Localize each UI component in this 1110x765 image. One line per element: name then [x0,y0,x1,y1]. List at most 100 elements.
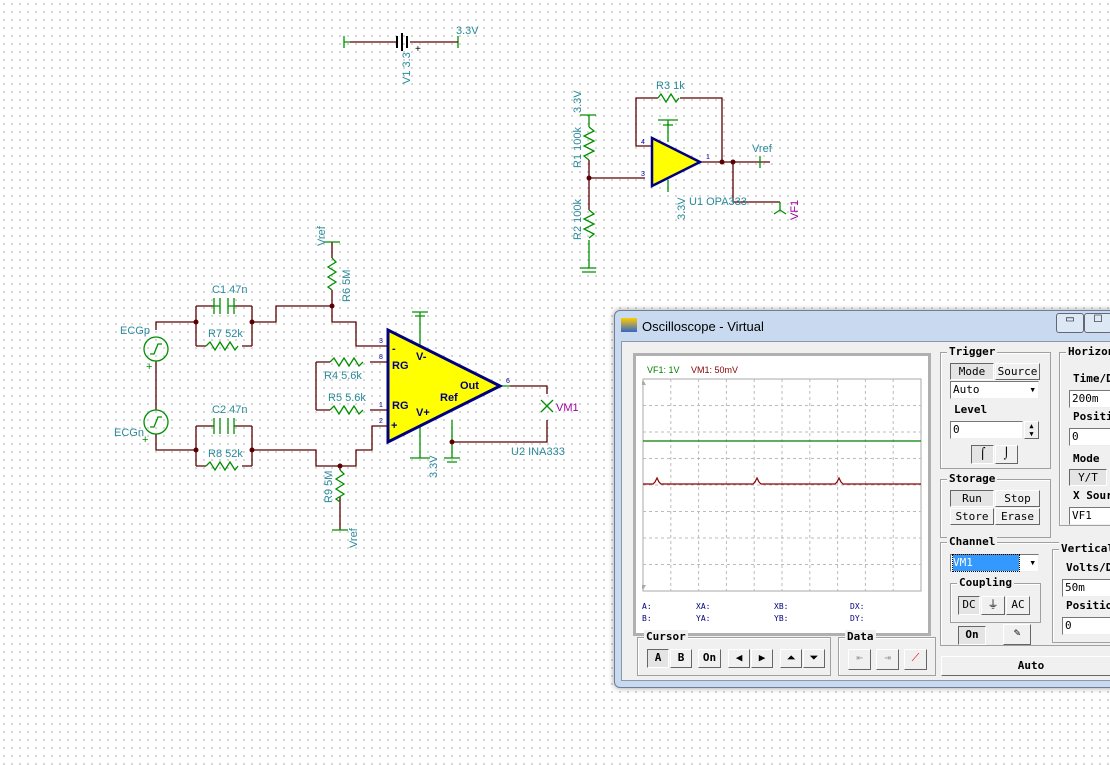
trigger-level-input[interactable]: 0 [950,421,1023,439]
channel-on-button[interactable]: On [958,626,986,645]
r2-label: R2 100k [572,199,584,240]
readout-ya: YA: [696,614,711,623]
scope-screen: VF1: 1V VM1: 50mV A: B: XA: YA: XB: YB: … [633,353,931,636]
u2-supply-label: 3.3V [428,455,440,478]
r8-label: R8 52k [208,448,243,460]
pin-label: 1 [706,154,710,161]
net-label-3v3: 3.3V [456,25,479,37]
v-position-input[interactable]: 0 [1062,617,1110,635]
battery-v1[interactable] [343,33,459,51]
maximize-button[interactable]: ☐ [1084,313,1110,333]
oscilloscope-window[interactable]: Oscilloscope - Virtual ▭ ☐ VF1: 1V VM1: … [614,310,1110,688]
pin-label: 3 [641,171,645,178]
c2-label: C2 47n [212,404,247,416]
h-position-input[interactable]: 0 [1069,428,1110,446]
u2-pin-plus: + [391,420,397,432]
r3-label: R3 1k [656,80,685,92]
pin-label: 1 [379,402,383,409]
u2-pin-rg: RG [392,360,409,372]
data-group: Data ⇤ ⇥ ⟋ [838,630,936,676]
volts-div-input[interactable]: 50m [1062,579,1110,597]
falling-edge-button[interactable]: ⌡ [995,445,1018,464]
r6-net-label: Vref [316,225,328,246]
pin-label: 8 [379,354,383,361]
trigger-mode-select[interactable]: Auto ▾ [950,381,1039,399]
r1-label: R1 100k [572,127,584,168]
u2-pin-out: Out [460,380,479,392]
u1-supply-label: 3.3V [676,197,688,220]
r6-label: R6 5M [341,270,353,302]
window-title: Oscilloscope - Virtual [642,319,764,334]
x-source-label: X Source [1073,489,1110,502]
stop-button[interactable]: Stop [995,490,1040,507]
volts-div-label: Volts/Div [1066,561,1110,574]
cursor-b-button[interactable]: B [670,649,692,668]
cursor-on-button[interactable]: On [698,649,721,668]
rising-edge-button[interactable]: ⌠ [971,445,994,464]
minimize-button[interactable]: ▭ [1056,313,1084,333]
group-title: Vertical [1059,542,1110,555]
ecgp-label: ECGp [120,325,150,337]
u2-pin-rg: RG [392,400,409,412]
vref-net-label: Vref [752,143,773,155]
r7-label: R7 52k [208,328,243,340]
divider-network[interactable] [580,114,645,273]
trigger-source-button[interactable]: Source [995,363,1040,380]
vf1-probe-label[interactable]: VF1 [789,200,801,220]
h-position-label: Position [1073,410,1110,423]
plus-sign: + [415,44,421,55]
group-title: Trigger [947,345,998,358]
run-button[interactable]: Run [950,490,994,507]
r4-label: R4 5.6k [324,370,362,382]
store-button[interactable]: Store [950,508,994,525]
cursor-left-icon[interactable]: ◀ [728,649,750,668]
vertical-group: Vertical Volts/Div 50m Position 0 [1052,542,1110,643]
chevron-down-icon: ▾ [1029,383,1036,396]
select-value: VM1 [952,554,1020,572]
plot-icon[interactable]: ⟋ [904,649,927,670]
group-title: Storage [947,472,998,485]
r1-net-label: 3.3V [572,90,584,113]
vm1-meter-label[interactable]: VM1 [556,402,579,414]
trigger-mode-button[interactable]: Mode [950,363,994,380]
ecgn-label: ECGn [114,427,144,439]
group-title: Coupling [957,576,1014,589]
time-div-input[interactable]: 200m [1069,390,1110,408]
u2-label: U2 INA333 [511,446,565,458]
v1-label: V1 3.3 [401,52,413,84]
readout-xb: XB: [774,602,789,611]
r9-label: R9 5M [323,471,335,503]
erase-button[interactable]: Erase [995,508,1040,525]
scope-plot[interactable] [642,378,924,594]
channel-select[interactable]: VM1 ▾ [950,554,1039,572]
chevron-down-icon: ▾ [1029,556,1036,569]
v-position-label: Position [1066,599,1110,612]
yt-mode-button[interactable]: Y/T [1069,469,1107,486]
legend-vm1: VM1: 50mV [691,365,739,375]
cursor-up-icon[interactable]: ⏶ [780,649,802,668]
x-source-select[interactable]: VF1 [1069,507,1110,525]
dc-coupling-button[interactable]: DC [958,596,980,615]
level-spinner[interactable]: ▲ ▼ [1024,421,1039,439]
pin-label: 2 [379,418,383,425]
import-icon[interactable]: ⇤ [848,649,871,670]
app-icon [621,318,637,332]
probe-icon[interactable]: ✎ [1003,624,1031,645]
group-title: Horizontal [1066,345,1110,358]
u1-label: U1 OPA333 [689,196,747,208]
ac-coupling-button[interactable]: AC [1006,596,1030,615]
auto-button[interactable]: Auto [941,656,1110,676]
r9-net-label: Vref [348,527,360,548]
plus-sign: + [146,361,152,373]
readout-dy: DY: [850,614,865,623]
trigger-group: Trigger Mode Source Auto ▾ Level 0 ▲ ▼ ⌠ ⌡ [940,345,1051,469]
time-div-label: Time/Div [1073,372,1110,385]
cursor-a-button[interactable]: A [647,649,669,668]
ground-coupling-button[interactable]: ⏚ [981,596,1005,615]
cursor-right-icon[interactable]: ▶ [751,649,773,668]
group-title: Data [845,630,876,643]
export-icon[interactable]: ⇥ [876,649,899,670]
cursor-down-icon[interactable]: ⏷ [803,649,825,668]
readout-yb: YB: [774,614,789,623]
group-title: Cursor [644,630,688,643]
